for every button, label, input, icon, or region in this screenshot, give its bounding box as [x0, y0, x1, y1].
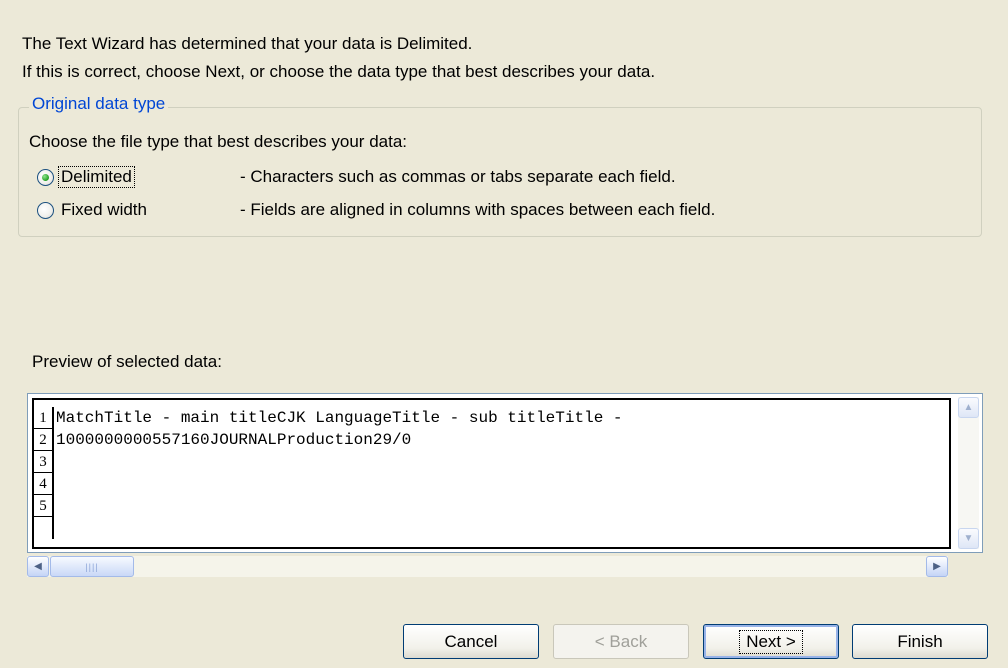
next-label: Next >	[739, 629, 803, 654]
radio-selected-icon[interactable]	[37, 168, 54, 186]
row-number: 4	[34, 473, 54, 495]
chevron-up-icon[interactable]: ▲	[958, 397, 979, 418]
row-text: MatchTitle - main titleCJK LanguageTitle…	[56, 409, 623, 427]
table-row	[34, 517, 949, 539]
fixed-width-label[interactable]: Fixed width	[59, 200, 149, 220]
row-number: 1	[34, 407, 54, 429]
chevron-right-icon[interactable]: ▶	[926, 556, 948, 577]
chevron-left-icon[interactable]: ◀	[27, 556, 49, 577]
table-row: 2 1000000000557160JOURNALProduction29/0	[34, 429, 949, 451]
row-number: 2	[34, 429, 54, 451]
group-legend: Original data type	[29, 94, 169, 114]
delimited-radio[interactable]: Delimited	[37, 164, 135, 190]
row-number: 3	[34, 451, 54, 473]
fixed-width-radio[interactable]: Fixed width	[37, 197, 149, 223]
cancel-button[interactable]: Cancel	[403, 624, 539, 659]
group-prompt: Choose the file type that best describes…	[29, 132, 408, 151]
back-label: < Back	[594, 631, 648, 651]
table-row: 1 MatchTitle - main titleCJK LanguageTit…	[34, 407, 949, 429]
preview-label: Preview of selected data:	[32, 352, 222, 371]
wizard-intro: The Text Wizard has determined that your…	[22, 30, 655, 86]
intro-line-1: The Text Wizard has determined that your…	[22, 34, 473, 53]
row-text: 1000000000557160JOURNALProduction29/0	[56, 431, 412, 449]
finish-button[interactable]: Finish	[852, 624, 988, 659]
fixed-width-description: - Fields are aligned in columns with spa…	[240, 200, 716, 219]
radio-unselected-icon[interactable]	[37, 201, 54, 219]
chevron-down-icon[interactable]: ▼	[958, 528, 979, 549]
horizontal-scrollbar[interactable]: ◀ |||| ▶	[27, 556, 948, 577]
table-row: 3	[34, 451, 949, 473]
vertical-scrollbar[interactable]: ▲ ▼	[958, 397, 979, 549]
intro-line-2: If this is correct, choose Next, or choo…	[22, 62, 656, 81]
preview-grid: 1 MatchTitle - main titleCJK LanguageTit…	[32, 398, 951, 549]
row-number: 5	[34, 495, 54, 517]
table-row: 5	[34, 495, 949, 517]
next-button[interactable]: Next >	[703, 624, 839, 659]
cancel-label: Cancel	[444, 631, 498, 651]
row-number	[34, 517, 54, 539]
finish-label: Finish	[897, 631, 943, 651]
delimited-description: - Characters such as commas or tabs sepa…	[240, 167, 676, 186]
table-row: 4	[34, 473, 949, 495]
delimited-label[interactable]: Delimited	[58, 166, 135, 188]
scroll-thumb[interactable]: ||||	[50, 556, 134, 577]
data-preview[interactable]: 1 MatchTitle - main titleCJK LanguageTit…	[27, 393, 983, 553]
back-button[interactable]: < Back	[553, 624, 689, 659]
